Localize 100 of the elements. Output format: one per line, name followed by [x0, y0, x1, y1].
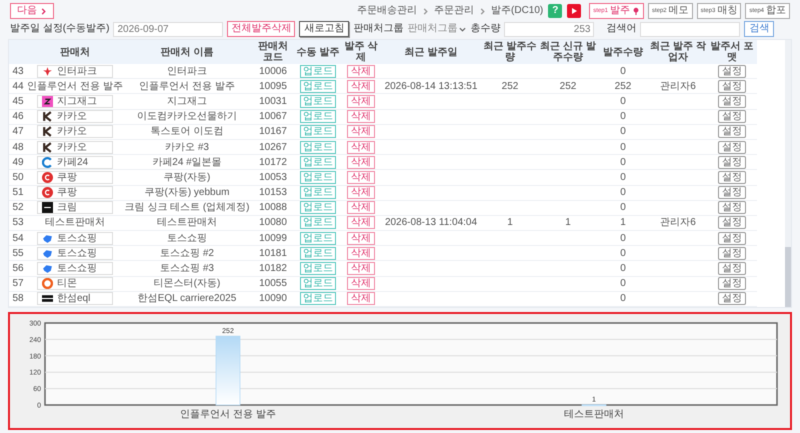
settings-button[interactable]: 설정	[718, 64, 746, 78]
settings-button[interactable]: 설정	[718, 292, 746, 306]
table-cell-text: 10031	[258, 96, 288, 107]
upload-button[interactable]: 업로드	[300, 140, 336, 154]
settings-button[interactable]: 설정	[718, 201, 746, 214]
settings-button[interactable]: 설정	[718, 216, 746, 230]
delete-button[interactable]: 삭제	[347, 156, 375, 169]
table-cell-text: 카카오 #3	[164, 142, 210, 153]
table-cell-text: 10172	[258, 156, 288, 168]
delete-button[interactable]: 삭제	[347, 232, 375, 245]
settings-button[interactable]: 설정	[718, 246, 746, 260]
delete-button[interactable]: 삭제	[347, 246, 375, 260]
table-cell-text: 토스쇼핑 #3	[159, 263, 215, 274]
delete-button[interactable]: 삭제	[347, 201, 375, 214]
table-cell: 0	[620, 202, 626, 214]
delete-button[interactable]: 삭제	[347, 277, 375, 290]
table-cell: 0	[620, 263, 626, 274]
seller-badge: 지그재그	[37, 94, 113, 108]
delete-button[interactable]: 삭제	[347, 262, 375, 276]
group-select[interactable]: 판매처그룹	[407, 23, 466, 35]
chevron-right-icon	[479, 8, 486, 14]
refresh-button[interactable]: 새로고침	[299, 21, 350, 37]
total-field[interactable]: 253	[504, 22, 594, 36]
settings-button[interactable]: 설정	[718, 262, 746, 276]
row-number: 43	[11, 66, 25, 77]
settings-button[interactable]: 설정	[718, 140, 746, 154]
upload-button[interactable]: 업로드	[300, 156, 336, 169]
delete-button[interactable]: 삭제	[347, 110, 375, 124]
help-button[interactable]: ?	[548, 4, 562, 18]
table-cell-text: 쿠팡(자동)	[162, 172, 212, 183]
delete-button[interactable]: 삭제	[347, 140, 375, 154]
delete-button[interactable]: 삭제	[347, 292, 375, 306]
delete-button[interactable]: 삭제	[347, 64, 375, 78]
settings-button[interactable]: 설정	[718, 94, 746, 108]
upload-button[interactable]: 업로드	[300, 216, 336, 230]
scrollbar[interactable]	[785, 40, 791, 307]
row-number: 52	[11, 202, 25, 214]
delete-button[interactable]: 삭제	[347, 216, 375, 230]
column-header: 최근 신규 발주수량	[539, 41, 597, 63]
table-cell-text: 티몬스터(자동)	[152, 278, 222, 290]
seller-badge: 쿠팡	[37, 170, 113, 184]
settings-button[interactable]: 설정	[718, 186, 746, 200]
table-cell-text: 10153	[258, 187, 288, 198]
category-label: 테스트판매처	[564, 409, 624, 420]
delete-button[interactable]: 삭제	[347, 186, 375, 200]
upload-button[interactable]: 업로드	[300, 232, 336, 245]
cloud-logo-icon	[42, 263, 53, 274]
table-cell-text: 10080	[258, 217, 288, 228]
settings-button[interactable]: 설정	[718, 156, 746, 169]
delete-button[interactable]: 삭제	[347, 170, 375, 184]
delete-button[interactable]: 삭제	[347, 80, 375, 93]
delete-all-button[interactable]: 전체발주삭제	[227, 21, 296, 37]
upload-button[interactable]: 업로드	[300, 262, 336, 276]
circle-logo-icon	[42, 187, 53, 198]
settings-button[interactable]: 설정	[718, 125, 746, 138]
circle-logo-icon	[42, 172, 53, 183]
row-number: 55	[11, 248, 25, 259]
square-logo-icon	[42, 202, 53, 214]
row-number: 48	[11, 142, 25, 153]
settings-button[interactable]: 설정	[718, 277, 746, 290]
upload-button[interactable]: 업로드	[300, 80, 336, 93]
settings-button[interactable]: 설정	[718, 110, 746, 124]
upload-button[interactable]: 업로드	[300, 246, 336, 260]
settings-button[interactable]: 설정	[718, 80, 746, 93]
table-cell: 1	[620, 217, 626, 228]
upload-button[interactable]: 업로드	[300, 186, 336, 200]
table-cell: 0	[620, 111, 626, 122]
breadcrumb-item[interactable]: 발주(DC10)	[491, 5, 544, 17]
seller-badge: 크림	[37, 201, 113, 214]
search-button[interactable]: 검색	[744, 21, 774, 37]
upload-button[interactable]: 업로드	[300, 94, 336, 108]
settings-button[interactable]: 설정	[718, 170, 746, 184]
video-button[interactable]	[567, 4, 582, 18]
table-cell-text: 카페24 #일본몰	[151, 156, 223, 168]
breadcrumb-item[interactable]: 주문배송관리	[357, 5, 418, 17]
table-cell: 0	[620, 232, 626, 244]
upload-button[interactable]: 업로드	[300, 201, 336, 214]
seller-badge: 토스쇼핑	[37, 232, 113, 245]
cloud-logo-icon	[42, 232, 53, 244]
upload-button[interactable]: 업로드	[300, 110, 336, 124]
search-field[interactable]	[640, 22, 740, 36]
delete-button[interactable]: 삭제	[347, 94, 375, 108]
upload-button[interactable]: 업로드	[300, 277, 336, 290]
delete-button[interactable]: 삭제	[347, 125, 375, 138]
row-number: 44	[11, 80, 25, 92]
seller-badge: 티몬	[37, 277, 113, 290]
column-header: 수동 발주	[296, 46, 340, 58]
breadcrumb-item[interactable]: 주문관리	[434, 5, 474, 17]
upload-button[interactable]: 업로드	[300, 125, 336, 138]
upload-button[interactable]: 업로드	[300, 64, 336, 78]
upload-button[interactable]: 업로드	[300, 292, 336, 306]
seller-badge: 카카오	[37, 110, 113, 124]
settings-button[interactable]: 설정	[718, 232, 746, 245]
table-cell-text: 크림 싱크 테스트 (업체계정)	[124, 202, 250, 214]
date-label: 발주일 설정(수동발주)	[10, 23, 110, 35]
seller-badge: 토스쇼핑	[37, 262, 113, 276]
next-button[interactable]: 다음	[10, 3, 54, 19]
z-logo-icon	[42, 96, 53, 107]
upload-button[interactable]: 업로드	[300, 170, 336, 184]
date-field[interactable]: 2026-09-07	[113, 22, 224, 36]
